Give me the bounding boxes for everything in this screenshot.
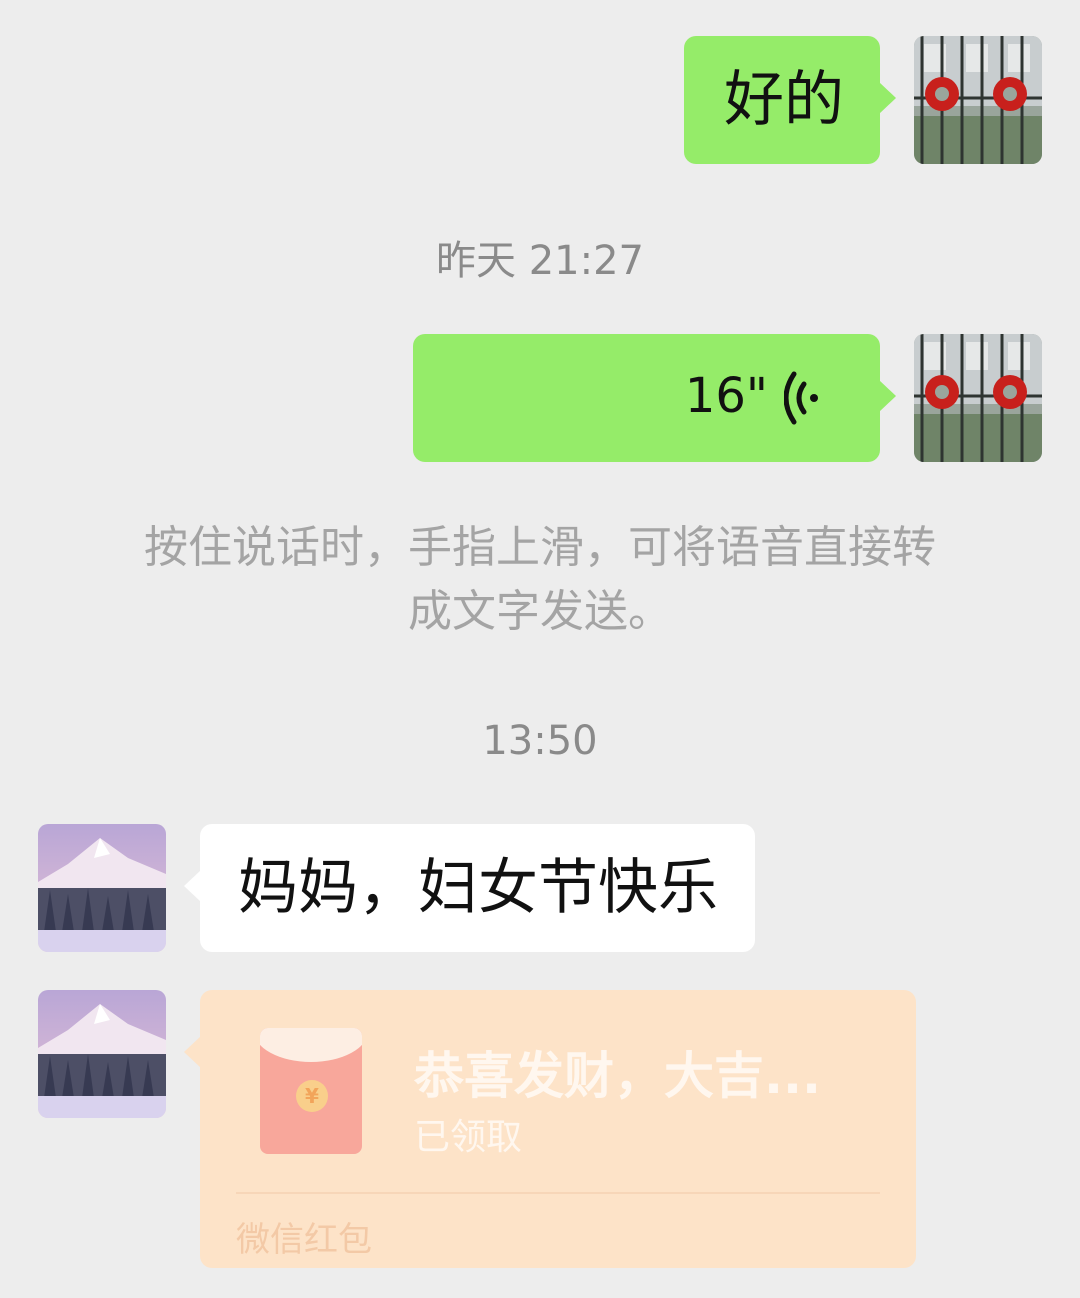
red-packet-card[interactable]: ¥ 恭喜发财，大吉... 已领取 微信红包 [184, 990, 916, 1268]
coin-icon: ¥ [296, 1080, 328, 1112]
incoming-text-bubble[interactable]: 妈妈，妇女节快乐 [184, 824, 755, 952]
divider [236, 1192, 880, 1194]
paper-cut-window-avatar-image [914, 36, 1042, 164]
red-envelope-icon: ¥ [260, 1028, 362, 1154]
red-packet-greeting: 恭喜发财，大吉... [414, 1047, 821, 1105]
red-packet-footer-label: 微信红包 [236, 1220, 372, 1260]
tip-line-1: 按住说话时，手指上滑，可将语音直接转 [144, 522, 936, 573]
snowy-mountain-avatar-image [38, 990, 166, 1118]
snowy-mountain-avatar-image [38, 824, 166, 952]
outgoing-text-bubble[interactable]: 好的 [684, 36, 896, 164]
self-avatar[interactable] [914, 36, 1042, 164]
paper-cut-window-avatar-image [914, 334, 1042, 462]
self-avatar[interactable] [914, 334, 1042, 462]
tip-line-2: 成文字发送。 [408, 586, 672, 637]
voice-message-bubble[interactable]: 16" [413, 334, 896, 462]
chat-screen: 好的 昨天 21:27 16" 按住说话时，手指上滑，可将语音直接转 成文字发送… [0, 0, 1080, 1298]
message-text: 妈妈，妇女节快乐 [238, 853, 718, 923]
red-packet-status: 已领取 [414, 1117, 523, 1158]
contact-avatar[interactable] [38, 990, 166, 1118]
message-text: 好的 [724, 65, 844, 135]
voice-wave-icon [784, 371, 818, 425]
voice-duration: 16" [684, 368, 768, 424]
system-tip: 按住说话时，手指上滑，可将语音直接转 成文字发送。 [100, 516, 980, 644]
contact-avatar[interactable] [38, 824, 166, 952]
timestamp: 13:50 [482, 718, 598, 764]
timestamp: 昨天 21:27 [436, 238, 644, 284]
